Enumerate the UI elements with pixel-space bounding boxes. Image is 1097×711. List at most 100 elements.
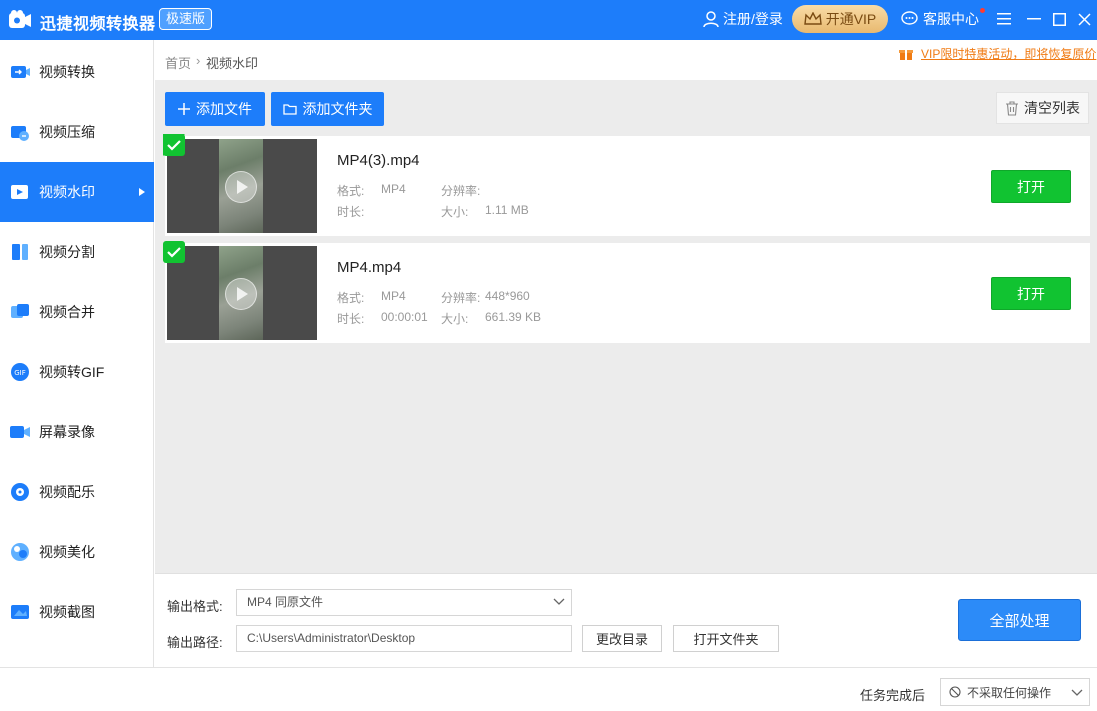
- status-bar: 任务完成后 不采取任何操作: [0, 667, 1097, 711]
- file-row[interactable]: MP4.mp4 格式: MP4 分辨率: 448*960 时长: 00:00:0…: [163, 241, 1090, 343]
- minimize-button[interactable]: [1023, 8, 1045, 30]
- duration-value: 00:00:01: [381, 310, 428, 324]
- sidebar-item-video-split[interactable]: 视频分割: [0, 222, 154, 282]
- open-button[interactable]: 打开: [991, 170, 1071, 203]
- video-compress-icon: [11, 126, 29, 141]
- open-vip-button[interactable]: 开通VIP: [792, 5, 888, 33]
- after-task-label: 任务完成后: [860, 688, 926, 703]
- play-triangle-icon: [237, 287, 248, 301]
- breadcrumb-home[interactable]: 首页: [165, 53, 191, 72]
- clear-list-button[interactable]: 清空列表: [996, 92, 1089, 124]
- breadcrumb-separator: ›: [196, 53, 201, 68]
- checked-icon[interactable]: [163, 241, 185, 263]
- sidebar-item-label: 视频水印: [39, 184, 95, 200]
- video-thumbnail[interactable]: [167, 246, 317, 340]
- resolution-value: 448*960: [485, 289, 530, 303]
- file-row[interactable]: MP4(3).mp4 格式: MP4 分辨率: 时长: 大小: 1.11 MB …: [163, 134, 1090, 236]
- sidebar-item-video-music[interactable]: 视频配乐: [0, 462, 154, 522]
- sidebar-item-screen-record[interactable]: 屏幕录像: [0, 402, 154, 462]
- size-label: 大小:: [441, 205, 469, 219]
- sidebar-item-video-convert[interactable]: 视频转换: [0, 42, 154, 102]
- close-icon: [1077, 12, 1091, 26]
- screenshot-icon: [11, 605, 29, 619]
- sidebar-item-video-screenshot[interactable]: 视频截图: [0, 582, 154, 642]
- sidebar-item-label: 视频合并: [39, 304, 95, 320]
- checked-icon[interactable]: [163, 134, 185, 156]
- app-title: 迅捷视频转换器: [40, 16, 156, 33]
- gif-icon: GIF: [11, 363, 29, 381]
- promo-text: VIP限时特惠活动，即将恢复原价: [921, 47, 1097, 61]
- sidebar-item-video-compress[interactable]: 视频压缩: [0, 102, 154, 162]
- breadcrumb-current: 视频水印: [206, 56, 259, 71]
- title-bar: 迅捷视频转换器 极速版 注册/登录 开通VIP 客服中心: [0, 0, 1097, 40]
- after-task-select[interactable]: 不采取任何操作: [940, 678, 1090, 706]
- service-label: 客服中心: [923, 8, 985, 29]
- trash-icon: [1006, 100, 1018, 116]
- output-format-value: MP4 同原文件: [247, 595, 324, 609]
- change-directory-button[interactable]: 更改目录: [582, 625, 662, 652]
- folder-icon: [282, 104, 297, 115]
- format-value: MP4: [381, 182, 406, 196]
- open-folder-button[interactable]: 打开文件夹: [673, 625, 779, 652]
- output-path-field[interactable]: C:\Users\Administrator\Desktop: [236, 625, 572, 652]
- crown-icon: [803, 12, 822, 25]
- sidebar-item-video-merge[interactable]: 视频合并: [0, 282, 154, 342]
- menu-button[interactable]: [993, 8, 1015, 30]
- output-path-label: 输出路径:: [167, 635, 223, 650]
- hamburger-icon: [997, 13, 1011, 25]
- customer-service-link[interactable]: 客服中心: [901, 8, 985, 29]
- add-folder-label: 添加文件夹: [302, 101, 373, 117]
- sidebar-item-video-beautify[interactable]: 视频美化: [0, 522, 154, 582]
- screen-record-icon: [10, 426, 30, 438]
- sidebar-item-video-watermark[interactable]: 视频水印: [0, 162, 154, 222]
- active-arrow-icon: [139, 188, 145, 196]
- svg-text:GIF: GIF: [14, 369, 26, 377]
- size-value: 1.11 MB: [485, 203, 529, 217]
- video-thumbnail[interactable]: [167, 139, 317, 233]
- chat-icon: [901, 11, 918, 25]
- sidebar-item-label: 视频转GIF: [39, 364, 105, 380]
- process-all-button[interactable]: 全部处理: [958, 599, 1081, 641]
- file-name: MP4(3).mp4: [337, 152, 420, 169]
- video-convert-icon: [11, 66, 30, 78]
- breadcrumb: 首页 › 视频水印 VIP限时特惠活动，即将恢复原价: [155, 40, 1097, 80]
- play-triangle-icon: [237, 180, 248, 194]
- sidebar-item-video-gif[interactable]: GIF 视频转GIF: [0, 342, 154, 402]
- user-icon: [703, 11, 719, 28]
- vip-promo-link[interactable]: VIP限时特惠活动，即将恢复原价: [899, 45, 1096, 62]
- edition-badge: 极速版: [159, 8, 213, 30]
- plus-icon: [178, 103, 190, 115]
- music-icon: [11, 483, 29, 501]
- add-file-button[interactable]: 添加文件: [165, 92, 265, 126]
- ban-icon: [949, 686, 961, 698]
- after-task-value: 不采取任何操作: [967, 685, 1052, 700]
- sidebar-item-label: 视频分割: [39, 244, 95, 260]
- duration-label: 时长:: [337, 205, 365, 219]
- sidebar: 视频转换 视频压缩 视频水印 视频分割 视频合并 GIF 视频转GIF 屏幕录像…: [0, 40, 154, 667]
- clear-list-label: 清空列表: [1024, 100, 1080, 116]
- maximize-icon: [1052, 12, 1066, 26]
- login-label: 注册/登录: [723, 11, 783, 27]
- app-logo-icon: [9, 10, 31, 28]
- maximize-button[interactable]: [1048, 8, 1070, 30]
- format-label: 格式:: [337, 184, 365, 198]
- sidebar-item-label: 视频配乐: [39, 484, 95, 500]
- gift-icon: [899, 49, 913, 60]
- add-folder-button[interactable]: 添加文件夹: [271, 92, 384, 126]
- vip-label: 开通VIP: [825, 11, 877, 27]
- output-path-value: C:\Users\Administrator\Desktop: [247, 631, 416, 645]
- open-button[interactable]: 打开: [991, 277, 1071, 310]
- output-settings-panel: 输出格式: MP4 同原文件 输出路径: C:\Users\Administra…: [155, 573, 1097, 667]
- login-link[interactable]: 注册/登录: [702, 9, 783, 29]
- output-format-select[interactable]: MP4 同原文件: [236, 589, 572, 616]
- video-merge-icon: [11, 304, 29, 318]
- notification-dot: [980, 8, 985, 13]
- add-file-label: 添加文件: [196, 101, 252, 117]
- sidebar-item-label: 视频压缩: [39, 124, 95, 140]
- close-button[interactable]: [1073, 8, 1095, 30]
- resolution-label: 分辨率:: [441, 184, 481, 198]
- size-label: 大小:: [441, 312, 469, 326]
- sidebar-item-label: 屏幕录像: [39, 424, 95, 440]
- file-list-area: 添加文件 添加文件夹 清空列表 MP4(3).mp4 格式: MP4 分辨率: …: [155, 80, 1097, 573]
- sidebar-item-label: 视频转换: [39, 64, 95, 80]
